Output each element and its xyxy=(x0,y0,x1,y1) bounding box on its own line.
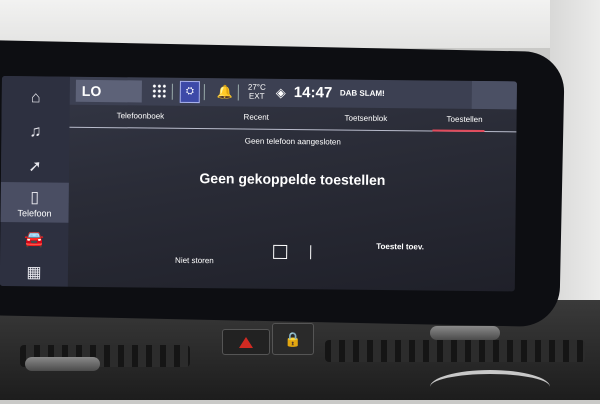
empty-state-message: Geen gekoppelde toestellen xyxy=(199,170,386,189)
apps-grid-icon: ▦ xyxy=(26,264,42,282)
sidebar-item-label: Telefoon xyxy=(17,207,52,219)
vent-knob-right[interactable] xyxy=(430,326,500,340)
outside-temperature: 27°C EXT xyxy=(248,83,266,101)
connection-status: Geen telefoon aangesloten xyxy=(244,136,341,147)
hazard-button[interactable] xyxy=(222,329,270,355)
clock: 14:47 xyxy=(293,84,333,102)
divider xyxy=(237,84,239,101)
apps-icon[interactable] xyxy=(151,83,166,98)
do-not-disturb-label: Niet storen xyxy=(175,255,214,266)
vent-knob-left[interactable] xyxy=(25,357,100,371)
divider xyxy=(203,84,205,101)
car-icon: 🚘 xyxy=(24,231,45,249)
tab-bar: Telefoonboek Recent Toetsenblok Toestell… xyxy=(69,104,517,133)
tab-recent[interactable]: Recent xyxy=(244,113,269,122)
temp-value: 27°C xyxy=(247,82,266,92)
radio-station[interactable]: DAB SLAM! xyxy=(340,89,385,98)
active-tab-indicator xyxy=(432,129,485,133)
add-device-button[interactable]: Toestel toev. xyxy=(376,242,424,251)
sidebar-item-navigation[interactable]: ➚ xyxy=(1,146,69,187)
do-not-disturb-checkbox[interactable] xyxy=(273,244,288,259)
driver-seat-icon[interactable]: ⛭ xyxy=(179,80,200,104)
divider xyxy=(171,83,173,100)
music-icon: ♫ xyxy=(29,123,42,141)
chrome-trim xyxy=(430,370,550,404)
status-right-block xyxy=(471,80,517,110)
tab-devices[interactable]: Toestellen xyxy=(447,115,483,124)
lock-button[interactable]: 🔒 xyxy=(272,323,314,355)
sidebar: ⌂ ♫ ➚ ▯ Telefoon 🚘 ▦ xyxy=(0,76,70,287)
background-wall xyxy=(0,0,600,48)
lock-icon: 🔒 xyxy=(284,330,302,347)
hazard-icon xyxy=(239,336,253,348)
temp-label: EXT xyxy=(248,91,265,101)
sidebar-item-phone[interactable]: ▯ Telefoon xyxy=(0,181,69,223)
infotainment-screen: ⌂ ♫ ➚ ▯ Telefoon 🚘 ▦ LO ⛭ 🔔 27°C EXT ◈ 1… xyxy=(0,76,517,292)
profile-button[interactable]: LO xyxy=(75,79,142,103)
bell-icon[interactable]: 🔔 xyxy=(217,84,233,100)
home-icon: ⌂ xyxy=(30,89,41,107)
sidebar-item-apps[interactable]: ▦ xyxy=(0,252,68,291)
tab-keypad[interactable]: Toetsenblok xyxy=(345,114,388,123)
connectivity-icon: ◈ xyxy=(275,84,286,100)
air-vent-right xyxy=(325,340,585,362)
divider xyxy=(310,245,312,260)
navigation-icon: ➚ xyxy=(28,158,42,176)
phone-icon: ▯ xyxy=(30,188,40,206)
tab-phonebook[interactable]: Telefoonboek xyxy=(117,111,165,120)
